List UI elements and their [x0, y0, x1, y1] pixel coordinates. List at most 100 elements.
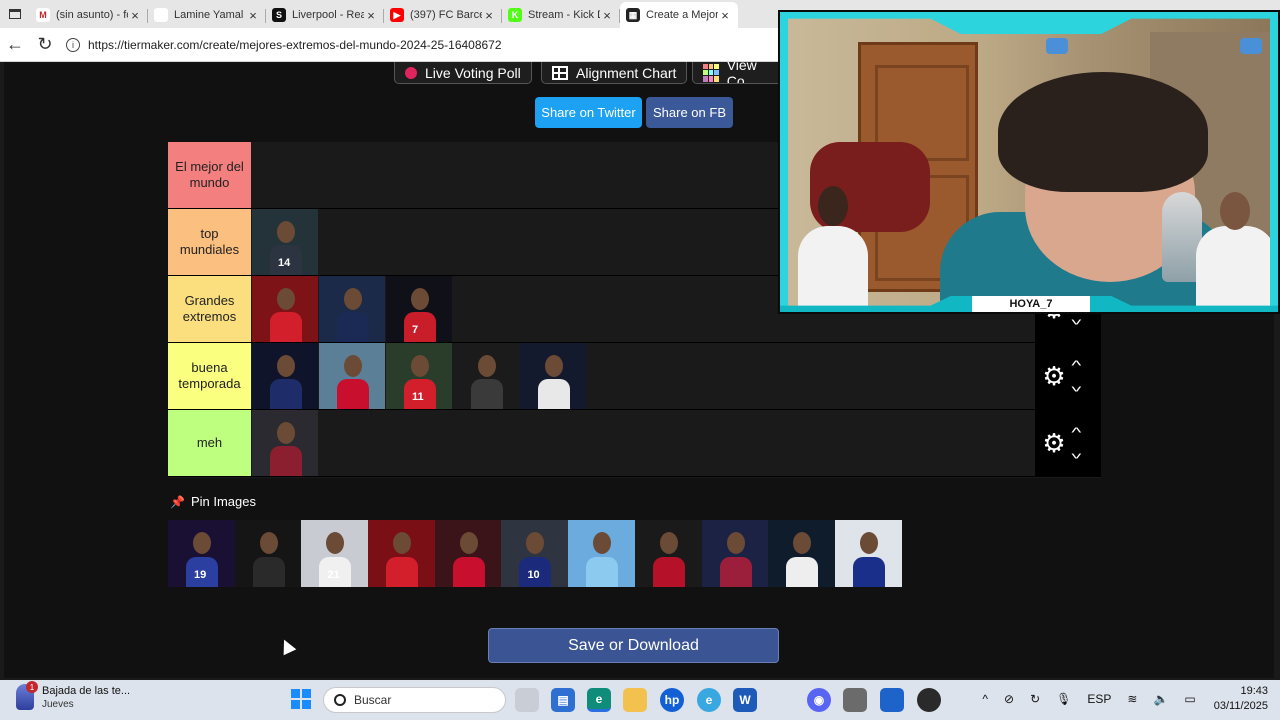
player-jersey	[652, 557, 685, 587]
player-jersey	[386, 557, 419, 587]
tier-image[interactable]: 11	[386, 343, 452, 409]
microphone-icon[interactable]: 🎙	[1056, 692, 1071, 706]
tier-image[interactable]	[252, 276, 318, 342]
browser-tab[interactable]: Lamine Yamal y ×	[148, 2, 266, 28]
pool-image[interactable]	[368, 520, 435, 587]
taskbar-search-input[interactable]: Buscar	[323, 687, 506, 713]
chevron-up-icon[interactable]: ^	[982, 692, 988, 706]
browser-tab[interactable]: M (sin asunto) - fc ×	[30, 2, 148, 28]
player-jersey	[719, 557, 752, 587]
tier-image[interactable]: 14	[252, 209, 318, 275]
tier-image[interactable]	[252, 343, 318, 409]
sync-icon[interactable]: ↻	[1030, 692, 1040, 706]
live-dot-icon	[405, 66, 417, 79]
tier-label[interactable]: Grandes extremos	[168, 276, 251, 342]
gear-icon[interactable]: ⚙	[1037, 428, 1071, 459]
outlook-icon[interactable]	[880, 688, 904, 712]
favicon-icon: M	[36, 8, 50, 22]
tier-label[interactable]: El mejor del mundo	[168, 142, 251, 208]
chevron-down-icon[interactable]: ^	[1071, 376, 1081, 398]
discord-icon[interactable]: ◉	[807, 688, 831, 712]
close-tab-icon[interactable]: ×	[128, 8, 142, 23]
language-indicator[interactable]: ESP	[1087, 692, 1111, 706]
app-icon[interactable]	[843, 688, 867, 712]
chevron-down-icon[interactable]: ^	[1071, 443, 1081, 465]
close-tab-icon[interactable]: ×	[246, 8, 260, 23]
chevron-up-icon[interactable]: ^	[1071, 421, 1081, 443]
pin-images-toggle[interactable]: 📌 Pin Images	[170, 494, 256, 509]
browser-icon[interactable]: e	[697, 688, 721, 712]
tier-image[interactable]	[319, 343, 385, 409]
share-twitter-button[interactable]: Share on Twitter	[535, 97, 642, 128]
tier-image[interactable]	[319, 276, 385, 342]
tier-label[interactable]: buena temporada	[168, 343, 251, 409]
edge-browser-icon[interactable]: e	[587, 688, 611, 712]
player-head	[277, 288, 295, 310]
pool-image[interactable]	[834, 520, 902, 587]
player-jersey	[337, 312, 369, 342]
camera-icon	[1240, 38, 1262, 54]
file-explorer-icon[interactable]	[623, 688, 647, 712]
tier-image[interactable]	[252, 410, 318, 476]
tier-controls: ⚙^^	[1035, 343, 1101, 409]
pool-image[interactable]	[434, 520, 502, 587]
player-jersey	[252, 557, 285, 587]
close-tab-icon[interactable]: ×	[482, 8, 496, 23]
hp-icon[interactable]: hp	[660, 688, 684, 712]
search-icon	[334, 694, 346, 706]
mouse-cursor-icon	[277, 636, 297, 656]
chevron-up-icon[interactable]: ^	[1071, 354, 1081, 376]
browser-tab[interactable]: S Liverpool - Rea ×	[266, 2, 384, 28]
overlay-frame-right	[1270, 12, 1278, 312]
gear-icon[interactable]: ⚙	[1037, 361, 1071, 392]
store-icon[interactable]: ▤	[551, 688, 575, 712]
volume-icon[interactable]: 🔈	[1153, 692, 1168, 706]
windows-start-icon[interactable]	[291, 689, 311, 709]
jersey-number: 11	[412, 391, 424, 403]
pool-image[interactable]: 19	[168, 520, 235, 587]
share-facebook-button[interactable]: Share on FB	[646, 97, 733, 128]
pool-image[interactable]: 21	[301, 520, 369, 587]
pool-image[interactable]	[768, 520, 835, 587]
live-voting-button[interactable]: Live Voting Poll	[394, 62, 532, 84]
pool-image[interactable]	[701, 520, 769, 587]
pool-image[interactable]	[634, 520, 702, 587]
word-icon[interactable]: W	[733, 688, 757, 712]
url-field[interactable]: i https://tiermaker.com/create/mejores-e…	[66, 33, 502, 57]
view-community-button[interactable]: View Co	[692, 62, 782, 84]
alignment-chart-button[interactable]: Alignment Chart	[541, 62, 688, 84]
back-icon[interactable]: ←	[0, 30, 30, 60]
tier-image[interactable]	[520, 343, 586, 409]
pool-image[interactable]: 10	[501, 520, 569, 587]
network-off-icon[interactable]: ⊘	[1004, 692, 1014, 706]
close-tab-icon[interactable]: ×	[364, 8, 378, 23]
browser-tab[interactable]: K Stream - Kick D ×	[502, 2, 620, 28]
save-download-button[interactable]: Save or Download	[488, 628, 779, 663]
favicon-icon: ▦	[626, 8, 640, 22]
site-info-icon[interactable]: i	[66, 37, 80, 52]
tier-image[interactable]	[453, 343, 519, 409]
tier-label[interactable]: meh	[168, 410, 251, 476]
close-tab-icon[interactable]: ×	[718, 8, 732, 23]
settings-app-icon[interactable]	[917, 688, 941, 712]
jersey-number: 7	[412, 324, 419, 336]
pool-image[interactable]	[234, 520, 302, 587]
tier-label[interactable]: top mundiales	[168, 209, 251, 275]
window-icon	[9, 9, 21, 19]
reload-icon[interactable]: ↻	[30, 30, 60, 60]
player-head	[659, 532, 678, 554]
tier-items: 11	[252, 343, 587, 409]
browser-tab[interactable]: ▶ (397) FC Barcel ×	[384, 2, 502, 28]
battery-icon[interactable]: ▭	[1184, 692, 1195, 706]
system-tray: ^ ⊘ ↻ 🎙 ESP ≋ 🔈 ▭ 19:43 03/11/2025	[974, 684, 1268, 714]
news-widget[interactable]: 1 Bajada de las te... Jueves	[16, 681, 130, 710]
close-tab-icon[interactable]: ×	[600, 8, 614, 23]
wifi-icon[interactable]: ≋	[1127, 692, 1137, 706]
player-head	[545, 355, 563, 377]
task-view-icon[interactable]	[515, 688, 539, 712]
tier-image[interactable]: 7	[386, 276, 452, 342]
window-menu-button[interactable]	[0, 0, 30, 28]
pool-image[interactable]	[568, 520, 635, 587]
clock[interactable]: 19:43 03/11/2025	[1214, 684, 1268, 714]
browser-tab[interactable]: ▦ Create a Mejor ×	[620, 2, 738, 28]
